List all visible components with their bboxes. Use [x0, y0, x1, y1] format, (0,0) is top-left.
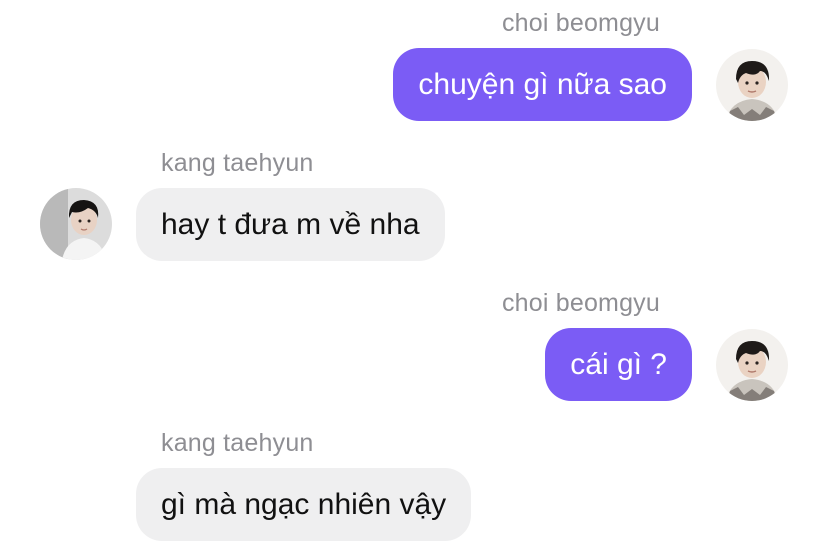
user-avatar-beomgyu-icon[interactable]	[716, 49, 788, 121]
message-bubble-incoming[interactable]: hay t đưa m về nha	[136, 188, 445, 261]
user-avatar-beomgyu-icon[interactable]	[716, 329, 788, 401]
sender-name: choi beomgyu	[501, 289, 660, 317]
user-avatar-taehyun-icon[interactable]	[40, 188, 112, 260]
sender-name: kang taehyun	[161, 429, 314, 457]
message-bubble-outgoing[interactable]: chuyện gì nữa sao	[393, 48, 692, 121]
sender-name: kang taehyun	[161, 149, 314, 177]
message-bubble-outgoing[interactable]: cái gì ?	[545, 328, 692, 401]
message-bubble-incoming[interactable]: gì mà ngạc nhiên vậy	[136, 468, 472, 541]
sender-name: choi beomgyu	[501, 9, 660, 37]
